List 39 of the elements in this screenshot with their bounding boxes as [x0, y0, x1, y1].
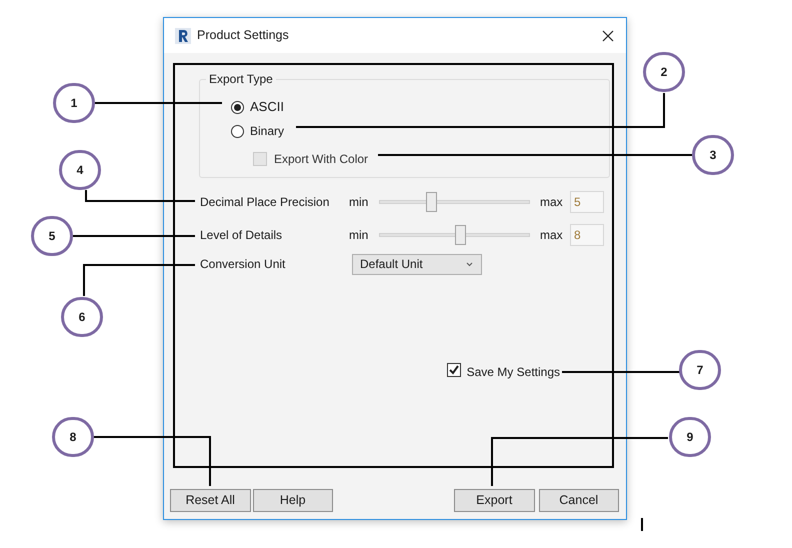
callout-marker: 7: [679, 350, 721, 390]
callout-marker: 8: [52, 417, 94, 457]
field-label: Decimal Place Precision: [199, 194, 330, 211]
dialog-button[interactable]: Reset All: [170, 489, 250, 512]
field-label: Conversion Unit: [199, 256, 286, 273]
callout-marker: 3: [692, 135, 734, 175]
field-label: Level of Details: [199, 227, 284, 244]
leader-line: [641, 518, 643, 531]
window-title: Product Settings: [197, 27, 289, 44]
radio-button[interactable]: [231, 124, 244, 138]
close-button[interactable]: [600, 28, 616, 44]
dialog-button[interactable]: Cancel: [538, 489, 619, 512]
min-label: min: [349, 194, 370, 211]
slider-track[interactable]: [379, 192, 530, 212]
callout-marker: 1: [53, 83, 95, 123]
callout-marker: 6: [61, 297, 103, 337]
slider-track[interactable]: [379, 225, 530, 245]
callout-marker: 4: [59, 150, 101, 190]
value-field[interactable]: 5: [570, 191, 604, 213]
radio-label[interactable]: Binary: [250, 122, 284, 140]
group-label: Export Type: [206, 72, 276, 86]
unit-dropdown[interactable]: Default Unit: [352, 254, 482, 274]
checkbox[interactable]: [446, 363, 461, 377]
callout-marker: 9: [669, 417, 711, 457]
callout-marker: 5: [31, 216, 73, 256]
checkbox-label[interactable]: Save My Settings: [466, 363, 560, 381]
slider-thumb[interactable]: [455, 225, 466, 245]
dialog-button[interactable]: Help: [252, 489, 333, 512]
radio-button[interactable]: [231, 100, 244, 114]
value-field[interactable]: 8: [570, 224, 604, 246]
radio-label[interactable]: ASCII: [250, 97, 284, 117]
caret-icon: [466, 262, 473, 266]
app-logo-icon: [175, 28, 191, 44]
dialog-button[interactable]: Export: [454, 489, 534, 512]
min-label: min: [349, 227, 370, 244]
max-label: max: [540, 194, 564, 211]
slider-thumb[interactable]: [426, 192, 437, 212]
max-label: max: [540, 227, 564, 244]
callout-marker: 2: [643, 52, 685, 92]
